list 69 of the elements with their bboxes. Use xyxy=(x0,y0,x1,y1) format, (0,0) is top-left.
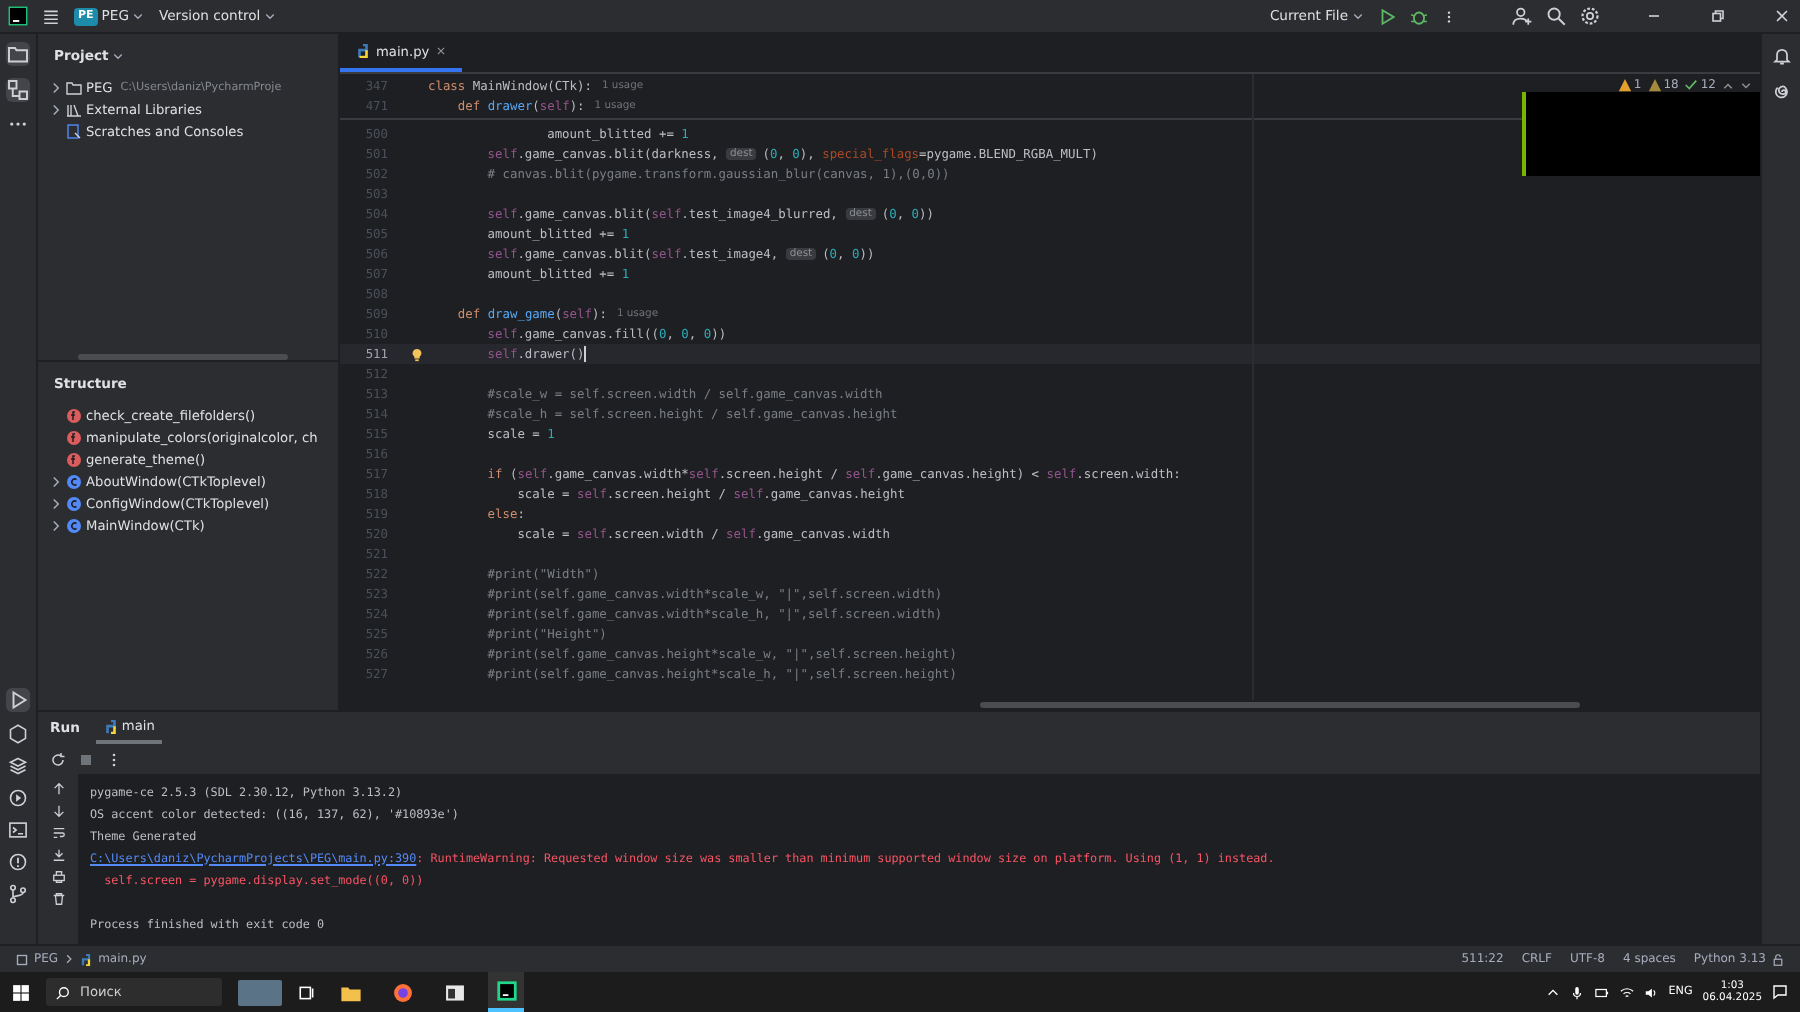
class-icon xyxy=(66,495,82,511)
git-icon[interactable] xyxy=(8,884,28,904)
task-view-icon[interactable] xyxy=(298,983,316,1001)
problems-icon[interactable] xyxy=(8,852,28,872)
search-icon xyxy=(56,985,70,999)
down-arrow-icon[interactable] xyxy=(51,804,65,818)
settings-icon[interactable] xyxy=(1580,6,1600,26)
chevron-right-icon xyxy=(64,954,75,964)
more-icon[interactable] xyxy=(1442,7,1456,25)
search-icon[interactable] xyxy=(1546,6,1566,26)
module-icon xyxy=(16,953,28,965)
scroll-to-end-icon[interactable] xyxy=(51,848,65,862)
stop-icon[interactable] xyxy=(78,751,94,767)
chevron-right-icon[interactable] xyxy=(50,497,62,509)
folder-icon xyxy=(66,79,82,95)
layers-icon[interactable] xyxy=(8,756,28,776)
add-user-icon[interactable] xyxy=(1512,6,1532,26)
python-file-icon xyxy=(80,953,93,965)
up-arrow-icon[interactable] xyxy=(51,782,65,796)
ide-icon[interactable] xyxy=(495,979,517,1001)
function-icon xyxy=(66,407,82,423)
soft-wrap-icon[interactable] xyxy=(51,826,65,840)
rerun-icon[interactable] xyxy=(50,751,66,767)
bell-icon[interactable] xyxy=(1771,46,1791,66)
print-icon[interactable] xyxy=(51,870,65,884)
caret-icon[interactable] xyxy=(132,10,145,22)
chevron-right-icon[interactable] xyxy=(50,103,62,115)
python-file-icon xyxy=(103,719,118,733)
text-cursor xyxy=(584,346,587,362)
microphone-icon[interactable] xyxy=(1570,985,1585,999)
class-icon xyxy=(66,473,82,489)
run-icon[interactable] xyxy=(1378,7,1396,25)
caret-icon[interactable] xyxy=(264,10,277,22)
check-icon[interactable] xyxy=(1684,78,1699,92)
terminal-icon[interactable] xyxy=(8,820,28,840)
function-icon xyxy=(66,451,82,467)
bug-icon[interactable] xyxy=(1410,7,1428,25)
menu-icon[interactable] xyxy=(42,7,60,25)
function-icon xyxy=(66,429,82,445)
project-folder-icon[interactable] xyxy=(6,42,30,66)
trash-icon[interactable] xyxy=(51,892,65,906)
class-icon xyxy=(66,517,82,533)
restore-icon[interactable] xyxy=(1708,6,1728,26)
services-icon[interactable] xyxy=(8,788,28,808)
close-icon[interactable] xyxy=(435,46,446,56)
scratch-file-icon xyxy=(66,123,82,139)
caret-icon[interactable] xyxy=(112,50,125,62)
structure-icon[interactable] xyxy=(6,78,30,102)
caret-icon[interactable] xyxy=(1352,10,1364,22)
chevron-right-icon[interactable] xyxy=(50,475,62,487)
battery-icon[interactable] xyxy=(1594,985,1611,999)
browser-icon[interactable] xyxy=(391,981,413,1003)
windows-start-icon[interactable] xyxy=(12,983,30,1001)
chevron-up-icon[interactable] xyxy=(1546,985,1561,999)
close-icon[interactable] xyxy=(1772,6,1792,26)
app-window-icon[interactable] xyxy=(443,981,465,1003)
python-file-icon xyxy=(356,44,370,58)
spiral-icon[interactable] xyxy=(1771,82,1791,102)
library-icon xyxy=(66,101,82,117)
network-icon[interactable] xyxy=(1620,985,1635,999)
lightbulb-icon[interactable] xyxy=(409,347,423,361)
volume-icon[interactable] xyxy=(1644,985,1659,999)
chevron-right-icon[interactable] xyxy=(50,81,62,93)
search-highlight-image[interactable] xyxy=(238,979,282,1005)
notification-icon[interactable] xyxy=(1772,984,1788,1000)
lock-icon[interactable] xyxy=(1772,953,1784,965)
python-packages-icon[interactable] xyxy=(8,724,28,744)
chevron-right-icon[interactable] xyxy=(50,519,62,531)
app-logo-icon[interactable] xyxy=(8,6,28,26)
